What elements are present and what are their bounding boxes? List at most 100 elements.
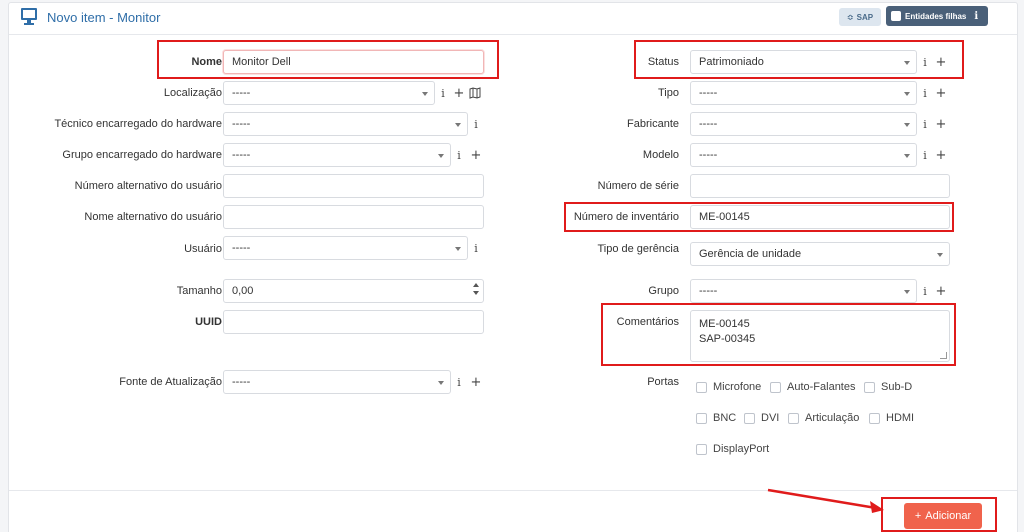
info-icon[interactable]: i — [918, 86, 932, 100]
checkbox[interactable] — [788, 412, 799, 424]
fabricante-label: Fabricante — [627, 118, 679, 130]
fabricante-select[interactable]: ----- — [690, 112, 917, 136]
form-header: Novo item - Monitor ≎ SAP Entidades filh… — [9, 3, 1017, 35]
port-checkbox-hdmi[interactable]: HDMI — [869, 412, 914, 424]
info-icon[interactable]: i — [918, 148, 932, 162]
port-checkbox-displayport[interactable]: DisplayPort — [696, 443, 769, 455]
localizacao-value: ----- — [232, 87, 251, 99]
plus-icon[interactable]: + — [452, 86, 466, 101]
gerencia-select[interactable]: Gerência de unidade — [690, 242, 950, 266]
chevron-down-icon — [455, 247, 461, 251]
nome-value: Monitor Dell — [232, 56, 291, 68]
monitor-icon — [21, 8, 37, 25]
port-label: Microfone — [713, 381, 762, 393]
info-icon[interactable]: i — [469, 117, 483, 131]
num-alt-label: Número alternativo do usuário — [74, 180, 222, 192]
info-icon[interactable]: i — [918, 117, 932, 131]
plus-icon: + — [914, 510, 922, 522]
grupo-hw-label: Grupo encarregado do hardware — [62, 149, 222, 161]
map-icon[interactable] — [468, 86, 482, 100]
inventario-value: ME-00145 — [699, 211, 750, 223]
port-checkbox-auto-falantes[interactable]: Auto-Falantes — [770, 381, 855, 393]
tamanho-input[interactable]: 0,00 — [223, 279, 484, 303]
fonte-select[interactable]: ----- — [223, 370, 451, 394]
tamanho-label: Tamanho — [176, 285, 222, 297]
arrow-annotation-icon — [767, 488, 884, 513]
checkbox[interactable] — [869, 412, 880, 424]
port-checkbox-dvi[interactable]: DVI — [744, 412, 779, 424]
fabricante-value: ----- — [699, 118, 718, 130]
info-icon[interactable]: i — [436, 86, 450, 100]
add-button[interactable]: + Adicionar — [904, 503, 982, 529]
plus-icon[interactable]: + — [934, 148, 948, 163]
usuario-select[interactable]: ----- — [223, 236, 468, 260]
info-icon[interactable]: i — [469, 241, 483, 255]
status-value: Patrimoniado — [699, 56, 764, 68]
tipo-label: Tipo — [658, 87, 679, 99]
tecnico-label: Técnico encarregado do hardware — [54, 118, 222, 130]
plus-icon[interactable]: + — [934, 117, 948, 132]
plus-icon[interactable]: + — [934, 55, 948, 70]
num-alt-input[interactable] — [223, 174, 484, 198]
chevron-down-icon — [904, 123, 910, 127]
plus-icon[interactable]: + — [469, 148, 483, 163]
port-label: Sub-D — [881, 381, 913, 393]
inventario-input[interactable]: ME-00145 — [690, 205, 950, 229]
fonte-label: Fonte de Atualização — [119, 376, 222, 388]
modelo-value: ----- — [699, 149, 718, 161]
checkbox[interactable] — [744, 412, 755, 424]
plus-icon[interactable]: + — [934, 86, 948, 101]
resize-handle-icon[interactable] — [940, 352, 947, 359]
info-icon[interactable]: i — [452, 375, 466, 389]
checkbox[interactable] — [696, 443, 707, 455]
info-icon[interactable]: i — [974, 11, 978, 22]
comentarios-line: ME-00145 — [699, 318, 750, 330]
sap-button[interactable]: ≎ SAP — [839, 8, 881, 26]
modelo-label: Modelo — [642, 149, 679, 161]
serie-label: Número de série — [597, 180, 679, 192]
nome-alt-input[interactable] — [223, 205, 484, 229]
port-label: DVI — [761, 412, 780, 424]
tecnico-select[interactable]: ----- — [223, 112, 468, 136]
checkbox[interactable] — [696, 381, 707, 393]
checkbox[interactable] — [864, 381, 875, 393]
plus-icon[interactable]: + — [934, 284, 948, 299]
localizacao-select[interactable]: ----- — [223, 81, 435, 105]
tecnico-value: ----- — [232, 118, 251, 130]
info-icon[interactable]: i — [918, 284, 932, 298]
comentarios-label: Comentários — [616, 316, 679, 328]
comentarios-textarea[interactable]: ME-00145 SAP-00345 — [690, 310, 950, 362]
plus-icon[interactable]: + — [469, 375, 483, 390]
uuid-input[interactable] — [223, 310, 484, 334]
grupo-select[interactable]: ----- — [690, 279, 917, 303]
status-select[interactable]: Patrimoniado — [690, 50, 917, 74]
checkbox[interactable] — [770, 381, 781, 393]
grupo-hw-select[interactable]: ----- — [223, 143, 451, 167]
port-checkbox-sub-d[interactable]: Sub-D — [864, 381, 912, 393]
port-checkbox-microfone[interactable]: Microfone — [696, 381, 761, 393]
child-entities-checkbox[interactable] — [891, 11, 901, 21]
nome-input[interactable]: Monitor Dell — [223, 50, 484, 74]
port-checkbox-articulacao[interactable]: Articulação — [788, 412, 859, 424]
port-label: BNC — [713, 412, 737, 424]
port-label: HDMI — [886, 412, 915, 424]
modelo-select[interactable]: ----- — [690, 143, 917, 167]
fonte-value: ----- — [232, 376, 251, 388]
uuid-label: UUID — [195, 316, 222, 328]
port-checkbox-bnc[interactable]: BNC — [696, 412, 736, 424]
child-entities-toggle[interactable]: Entidades filhas i — [886, 6, 988, 26]
tipo-select[interactable]: ----- — [690, 81, 917, 105]
checkbox[interactable] — [696, 412, 707, 424]
tamanho-value: 0,00 — [232, 285, 254, 297]
form-card: Novo item - Monitor ≎ SAP Entidades filh… — [8, 2, 1018, 532]
port-label: Auto-Falantes — [787, 381, 856, 393]
number-spinner[interactable] — [473, 283, 479, 299]
gerencia-value: Gerência de unidade — [699, 248, 802, 260]
grupo-hw-value: ----- — [232, 149, 251, 161]
info-icon[interactable]: i — [452, 148, 466, 162]
status-label: Status — [647, 56, 679, 68]
info-icon[interactable]: i — [918, 55, 932, 69]
sap-label: SAP — [856, 12, 874, 22]
usuario-value: ----- — [232, 242, 251, 254]
serie-input[interactable] — [690, 174, 950, 198]
